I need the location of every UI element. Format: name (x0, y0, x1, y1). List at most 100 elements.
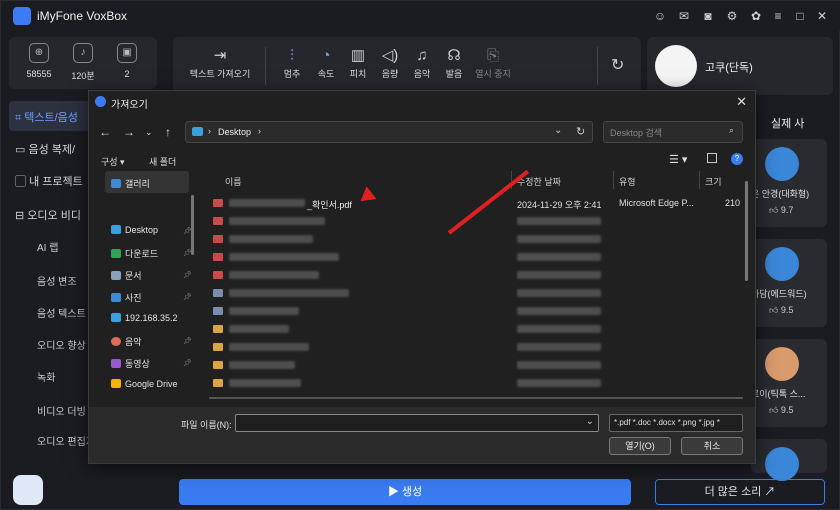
column-name[interactable]: 이름 (225, 175, 242, 188)
tool-export[interactable]: ⎘ 열시 중지 (471, 45, 515, 80)
redacted-text (517, 325, 601, 333)
voice-card[interactable]: 은 안경(대화형) 👍︎ 9.7 (751, 139, 827, 227)
new-folder-button[interactable]: 새 폴더 (149, 155, 176, 168)
nav-item-documents[interactable]: 문서 (111, 269, 142, 282)
chevron-down-icon[interactable]: ⌄ (554, 125, 562, 136)
refresh-icon[interactable]: ↻ (576, 125, 585, 138)
menu-icon[interactable]: ≡ (771, 9, 785, 23)
tool-speed[interactable]: ◔ 속도 (311, 45, 341, 80)
sliders-icon: ⫶ (290, 47, 294, 64)
characters-icon: ⊕ (29, 43, 49, 63)
tts-icon: ⌗ (15, 112, 25, 124)
redacted-text (517, 289, 601, 297)
pdf-file-icon (213, 271, 223, 279)
volume-icon: ◁) (381, 47, 399, 64)
search-input[interactable]: Desktop 검색 ⌕ (603, 121, 743, 143)
generate-button[interactable]: ▶ 생성 (179, 479, 631, 505)
horizontal-scrollbar[interactable] (209, 397, 743, 399)
discord-icon[interactable]: ◙ (701, 9, 715, 23)
nav-item-music[interactable]: 음악 (111, 335, 142, 348)
avatar (765, 147, 799, 181)
column-size[interactable]: 크기 (705, 175, 722, 188)
toolbox-icon: ⊟ (15, 210, 28, 222)
view-options-icon[interactable]: ☰ ▾ (669, 153, 687, 166)
nav-item-desktop[interactable]: Desktop (111, 225, 158, 235)
nav-item-gallery[interactable]: 갤러리 (111, 177, 150, 190)
nav-item-google-drive[interactable]: Google Drive (111, 379, 178, 389)
user-icon[interactable]: ☺ (653, 9, 667, 23)
more-voices-button[interactable]: 더 많은 소리 ↗ (655, 479, 825, 505)
voice-card[interactable]: 로이(틱톡 스... 👍︎ 9.5 (751, 339, 827, 427)
up-icon[interactable]: ↑ (165, 125, 171, 139)
video-icon (111, 359, 121, 368)
tool-pause[interactable]: ⫶ 멈추 (277, 45, 307, 80)
pin-icon: 📌︎ (183, 360, 192, 367)
redacted-text (229, 361, 295, 369)
annotation-arrowhead (355, 186, 377, 208)
import-text-button[interactable]: ⇥ 텍스트 가져오기 (185, 45, 255, 80)
file-icon (213, 289, 223, 297)
file-name[interactable]: _확인서.pdf (307, 198, 352, 211)
voice-card[interactable] (751, 439, 827, 481)
stat-characters: ⊕ 58555 (19, 43, 59, 79)
sidebar-item-audio-video[interactable]: ⊟ 오디오 비디 (15, 207, 81, 223)
redacted-text (517, 307, 601, 315)
sidebar-sub-ai-lab[interactable]: AI 랩 (37, 239, 58, 254)
pronounce-icon: ☊ (447, 47, 461, 64)
gear-icon[interactable]: ✿ (749, 9, 763, 23)
sidebar-item-tts[interactable]: ⌗ 텍스트/음성 (15, 109, 78, 125)
speed-icon: ◔ (321, 47, 331, 64)
settings-icon[interactable]: ⚙ (725, 9, 739, 23)
chevron-down-icon[interactable]: ⌄ (145, 127, 153, 138)
nav-item-downloads[interactable]: 다운로드 (111, 247, 158, 260)
avatar (765, 247, 799, 281)
tool-music[interactable]: ♫ 음악 (407, 45, 437, 80)
sidebar-sub-video-dub[interactable]: 비디오 더빙 (37, 403, 86, 418)
pin-icon: 📌︎ (183, 338, 192, 345)
forward-icon[interactable]: → (123, 125, 135, 139)
refresh-icon[interactable]: ↻ (611, 55, 624, 75)
sidebar-sub-audio-editor[interactable]: 오디오 편집기 (37, 433, 95, 448)
filename-input[interactable]: ⌄ (235, 414, 599, 432)
divider (265, 47, 266, 85)
close-icon[interactable]: ✕ (736, 94, 747, 110)
address-bar[interactable]: › Desktop › ⌄ ↻ (185, 121, 593, 143)
column-divider (613, 171, 614, 189)
close-icon[interactable]: ✕ (815, 9, 829, 23)
filetype-select[interactable]: *.pdf *.doc *.docx *.png *.jpg * (609, 414, 743, 432)
filename-label: 파일 이름(N): (181, 420, 232, 430)
tool-pronounce[interactable]: ☊ 발음 (439, 45, 469, 80)
sidebar-sub-record[interactable]: 녹화 (37, 369, 55, 384)
nav-item-network[interactable]: 192.168.35.2 (111, 313, 178, 323)
preview-pane-icon[interactable] (707, 153, 717, 163)
nav-scrollbar[interactable] (191, 195, 194, 255)
file-icon (213, 307, 223, 315)
tool-pitch[interactable]: ▥ 피치 (343, 45, 373, 80)
selected-voice[interactable]: 고쿠(단독) (647, 37, 833, 95)
sidebar-item-projects[interactable]: ▢ 내 프로젝트 (15, 173, 83, 189)
cancel-button[interactable]: 취소 (681, 437, 743, 455)
sidebar-sub-voice-changer[interactable]: 음성 변조 (37, 273, 77, 288)
sidebar-item-clone[interactable]: ▭ 음성 복제/ (15, 141, 75, 157)
file-list-scrollbar[interactable] (745, 181, 748, 281)
column-type[interactable]: 유형 (619, 175, 636, 188)
pin-icon: 📌︎ (183, 294, 192, 301)
voice-card[interactable]: 아담(에드워드) 👍︎ 9.5 (751, 239, 827, 327)
maximize-icon[interactable]: □ (793, 9, 807, 23)
organize-button[interactable]: 구성 ▾ (101, 155, 125, 168)
nav-item-videos[interactable]: 동영상 (111, 357, 150, 370)
tool-volume[interactable]: ◁) 음량 (375, 45, 405, 80)
avatar (765, 447, 799, 481)
mail-icon[interactable]: ✉ (677, 9, 691, 23)
app-logo-icon (95, 96, 106, 107)
sidebar-sub-audio-enhance[interactable]: 오디오 향상 (37, 337, 86, 352)
nav-item-pictures[interactable]: 사진 (111, 291, 142, 304)
back-icon[interactable]: ← (99, 125, 111, 139)
open-button[interactable]: 열기(O) (609, 437, 671, 455)
help-icon[interactable]: ? (731, 153, 743, 165)
rating: 👍︎ 9.5 (769, 305, 794, 315)
assistant-bot-icon[interactable] (13, 475, 43, 505)
pdf-file-icon (213, 217, 223, 225)
pin-icon: 📌︎ (183, 272, 192, 279)
redacted-text (517, 217, 601, 225)
